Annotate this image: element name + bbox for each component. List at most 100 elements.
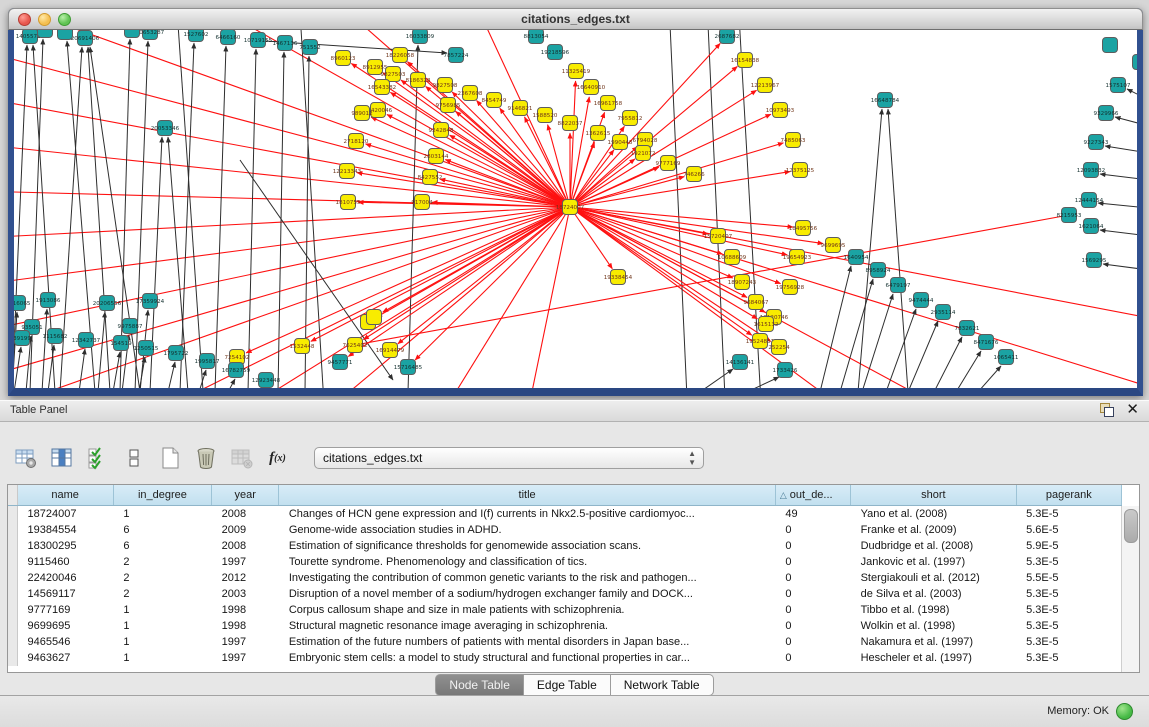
graph-edge[interactable] (862, 294, 893, 388)
table-cell[interactable]: 2008 (212, 506, 279, 523)
graph-edge[interactable] (888, 109, 908, 388)
table-cell[interactable]: Genome-wide association studies in ADHD. (279, 522, 776, 538)
table-cell[interactable]: 2008 (212, 538, 279, 554)
graph-node[interactable] (661, 156, 676, 171)
graph-node[interactable] (772, 340, 787, 355)
table-cell[interactable]: 19384554 (17, 522, 113, 538)
column-header-title[interactable]: title (279, 485, 776, 506)
table-cell[interactable]: 9465546 (17, 634, 113, 650)
table-row[interactable]: 1938455462009Genome-wide association stu… (8, 522, 1122, 538)
table-cell[interactable]: 9699695 (17, 618, 113, 634)
table-cell[interactable]: 2003 (212, 586, 279, 602)
table-cell[interactable]: 5.3E-5 (1016, 650, 1121, 666)
graph-edge[interactable] (570, 143, 783, 207)
table-cell[interactable]: 1998 (212, 602, 279, 618)
graph-edge[interactable] (79, 349, 85, 388)
graph-node[interactable] (429, 149, 444, 164)
graph-edge[interactable] (570, 159, 635, 207)
graph-node[interactable] (1103, 38, 1118, 53)
graph-node[interactable] (278, 36, 293, 51)
table-cell[interactable]: 14569117 (17, 586, 113, 602)
graph-node[interactable] (139, 341, 154, 356)
graph-edge[interactable] (570, 207, 823, 244)
table-cell[interactable]: 1 (113, 618, 211, 634)
graph-node[interactable] (371, 103, 386, 118)
graph-node[interactable] (548, 45, 563, 60)
table-row[interactable]: 2242004622012Investigating the contribut… (8, 570, 1122, 586)
graph-node[interactable] (251, 33, 266, 48)
table-cell[interactable]: 5.3E-5 (1016, 506, 1121, 523)
table-cell[interactable]: 2 (113, 570, 211, 586)
graph-edge[interactable] (383, 207, 570, 312)
table-cell[interactable]: 0 (775, 618, 850, 634)
graph-node[interactable] (891, 278, 906, 293)
graph-node[interactable] (340, 164, 355, 179)
graph-node[interactable] (200, 354, 215, 369)
graph-node[interactable] (349, 134, 364, 149)
graph-edge[interactable] (978, 366, 1001, 388)
table-cell[interactable]: 0 (775, 602, 850, 618)
graph-node[interactable] (449, 48, 464, 63)
graph-node[interactable] (15, 331, 30, 346)
graph-edge[interactable] (570, 90, 757, 207)
table-cell[interactable]: Hescheler et al. (1997) (851, 650, 1017, 666)
memory-status-led[interactable] (1116, 703, 1133, 720)
delete-table-icon[interactable] (228, 445, 255, 472)
graph-node[interactable] (687, 167, 702, 182)
table-cell[interactable]: Stergiakouli et al. (2012) (851, 570, 1017, 586)
graph-node[interactable] (783, 280, 798, 295)
table-cell[interactable]: 0 (775, 522, 850, 538)
table-cell[interactable]: 1997 (212, 634, 279, 650)
graph-edge[interactable] (886, 309, 916, 388)
table-cell[interactable]: Tourette syndrome. Phenomenology and cla… (279, 554, 776, 570)
graph-edge[interactable] (570, 207, 1137, 388)
graph-node[interactable] (1084, 219, 1099, 234)
graph-node[interactable] (1099, 106, 1114, 121)
graph-node[interactable] (914, 293, 929, 308)
graph-edge[interactable] (98, 312, 105, 388)
graph-node[interactable] (125, 30, 140, 38)
graph-edge[interactable] (934, 337, 962, 388)
graph-node[interactable] (438, 78, 453, 93)
graph-node[interactable] (143, 294, 158, 309)
show-columns-icon[interactable] (48, 445, 75, 472)
graph-edge[interactable] (908, 321, 938, 388)
table-cell[interactable]: 0 (775, 586, 850, 602)
delete-column-icon[interactable] (192, 445, 219, 472)
table-cell[interactable]: 0 (775, 634, 850, 650)
graph-edge[interactable] (311, 207, 570, 341)
graph-node[interactable] (753, 334, 768, 349)
graph-node[interactable] (529, 30, 544, 44)
graph-node[interactable] (143, 30, 158, 40)
column-header-name[interactable]: name (17, 485, 113, 506)
graph-edge[interactable] (168, 362, 175, 388)
graph-node[interactable] (790, 250, 805, 265)
table-cell[interactable]: Nakamura et al. (1997) (851, 634, 1017, 650)
graph-node[interactable] (786, 133, 801, 148)
graph-edge[interactable] (700, 369, 733, 388)
graph-node[interactable] (773, 103, 788, 118)
graph-node[interactable] (229, 363, 244, 378)
graph-node[interactable] (735, 275, 750, 290)
graph-node[interactable] (78, 31, 93, 46)
graph-node[interactable] (611, 270, 626, 285)
graph-edge[interactable] (366, 144, 570, 207)
table-cell[interactable]: 5.3E-5 (1016, 634, 1121, 650)
graph-node[interactable] (295, 339, 310, 354)
graph-edge[interactable] (348, 207, 570, 356)
graph-node[interactable] (720, 30, 735, 44)
table-cell[interactable]: Investigating the contribution of common… (279, 570, 776, 586)
table-cell[interactable]: 2 (113, 554, 211, 570)
graph-node[interactable] (413, 30, 428, 44)
graph-node[interactable] (1133, 55, 1138, 70)
table-row[interactable]: 1872400712008Changes of HCN gene express… (8, 506, 1122, 523)
graph-edge[interactable] (1098, 203, 1137, 208)
graph-node[interactable] (368, 60, 383, 75)
graph-edge[interactable] (570, 207, 752, 335)
graph-node[interactable] (41, 293, 56, 308)
table-selector-dropdown[interactable]: citations_edges.txt ▲▼ (314, 447, 704, 469)
graph-edge[interactable] (398, 207, 570, 344)
table-cell[interactable]: Embryonic stem cells: a model to study s… (279, 650, 776, 666)
table-scrollbar-thumb[interactable] (1124, 509, 1138, 543)
tab-network-table[interactable]: Network Table (611, 674, 714, 696)
